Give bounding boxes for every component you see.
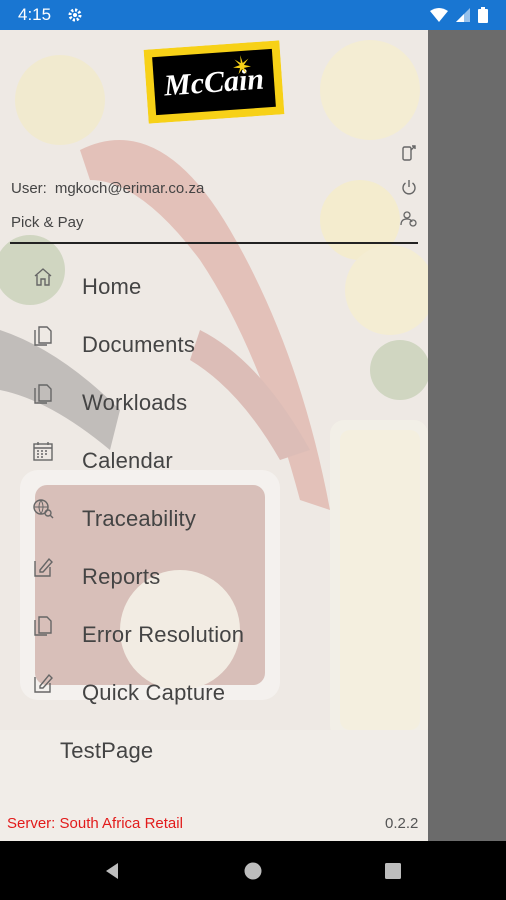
menu-label-testpage: TestPage <box>60 738 154 763</box>
menu-label-documents: Documents <box>82 332 196 357</box>
documents-icon <box>34 326 52 346</box>
home-icon <box>34 268 52 286</box>
menu-label-workloads: Workloads <box>82 390 188 415</box>
menu-item-documents[interactable]: Documents <box>0 314 428 372</box>
recents-square-icon[interactable] <box>383 861 403 881</box>
wifi-icon <box>430 8 448 22</box>
phone-icon[interactable] <box>400 144 418 162</box>
drawer-menu: Home Documents Workloads Calendar Tracea… <box>0 256 428 778</box>
battery-icon <box>478 7 488 23</box>
menu-label-error-resolution: Error Resolution <box>82 622 245 647</box>
documents-icon <box>34 384 52 404</box>
header-divider <box>10 242 418 244</box>
cellular-icon <box>456 8 470 22</box>
menu-label-reports: Reports <box>82 564 161 589</box>
menu-item-home[interactable]: Home <box>0 256 428 314</box>
traceability-search-icon <box>33 499 54 519</box>
menu-item-calendar[interactable]: Calendar <box>0 430 428 488</box>
menu-item-workloads[interactable]: Workloads <box>0 372 428 430</box>
menu-label-traceability: Traceability <box>82 506 197 531</box>
edit-report-icon <box>34 673 53 693</box>
svg-text:McCain: McCain <box>162 63 265 103</box>
organization-name: Pick & Pay <box>11 214 84 231</box>
user-label: User: <box>11 180 47 197</box>
status-time: 4:15 <box>18 5 52 24</box>
menu-label-home: Home <box>82 274 142 299</box>
menu-item-traceability[interactable]: Traceability <box>0 488 428 546</box>
documents-icon <box>34 616 52 636</box>
menu-label-quick-capture: Quick Capture <box>82 680 226 705</box>
status-bar: 4:15 <box>0 0 506 30</box>
menu-item-error-resolution[interactable]: Error Resolution <box>0 604 428 662</box>
system-navigation-bar <box>0 841 506 900</box>
user-line: User: mgkoch@erimar.co.za <box>11 180 204 197</box>
mccain-logo: McCain <box>143 40 285 124</box>
switch-user-icon[interactable] <box>400 210 418 228</box>
app-version: 0.2.2 <box>385 815 419 832</box>
back-icon[interactable] <box>102 861 122 881</box>
home-circle-icon[interactable] <box>243 861 263 881</box>
menu-item-reports[interactable]: Reports <box>0 546 428 604</box>
menu-item-testpage[interactable]: TestPage <box>0 720 428 778</box>
user-email: mgkoch@erimar.co.za <box>54 180 205 197</box>
settings-gear-icon <box>67 7 83 23</box>
menu-item-quick-capture[interactable]: Quick Capture <box>0 662 428 720</box>
drawer-scrim[interactable] <box>428 30 506 841</box>
calendar-icon <box>33 442 53 461</box>
navigation-drawer: McCain User: mgkoch@erimar.co.za Pick & P… <box>0 30 428 841</box>
power-icon[interactable] <box>400 178 418 196</box>
edit-report-icon <box>34 557 53 577</box>
server-label: Server: South Africa Retail <box>7 815 183 832</box>
menu-label-calendar: Calendar <box>82 448 173 473</box>
